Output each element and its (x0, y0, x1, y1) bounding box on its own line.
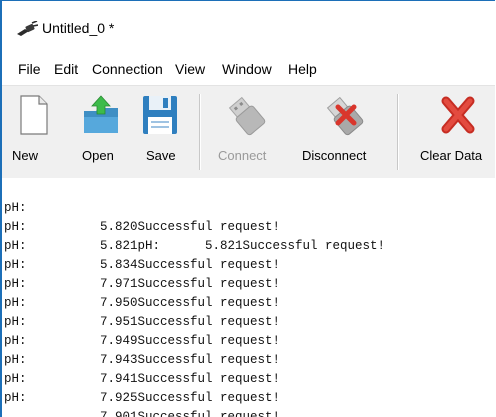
menu-connection[interactable]: Connection (92, 61, 163, 77)
save-button[interactable]: Save (136, 86, 184, 178)
console-line: pH: 7.950Successful request! (4, 256, 280, 310)
console-value: 7.925Successful request! (100, 391, 281, 405)
menu-bar: File Edit Connection View Window Help (2, 53, 495, 85)
console-key: pH: (4, 391, 27, 405)
toolbar: New Open Save Connect Disconnect Clear D… (2, 85, 495, 179)
open-folder-icon (84, 95, 118, 133)
connect-label: Connect (218, 148, 267, 163)
app-icon (17, 21, 38, 36)
console-output[interactable]: pH: 5.820Successful request! pH: 5.821pH… (2, 178, 495, 417)
new-file-icon (20, 95, 48, 135)
console-value: 7.951Successful request! (100, 315, 281, 329)
toolbar-separator (397, 94, 399, 170)
console-line: pH: 7.943Successful request! (4, 313, 280, 367)
menu-view[interactable]: View (175, 61, 205, 77)
console-line: pH: 5.834Successful request! (4, 218, 280, 272)
new-label: New (12, 148, 39, 163)
menu-window[interactable]: Window (222, 61, 272, 77)
console-line: pH: 5.821pH: 5.821Successful request! (4, 199, 385, 253)
clear-data-button[interactable]: Clear Data (412, 86, 495, 178)
open-button[interactable]: Open (76, 86, 126, 178)
console-line: pH: 7.971Successful request! (4, 237, 280, 291)
window-title: Untitled_0 * (42, 20, 115, 36)
console-value: 7.950Successful request! (100, 296, 281, 310)
menu-help[interactable]: Help (288, 61, 317, 77)
console-value: 5.821pH: 5.821Successful request! (100, 239, 386, 253)
console-value: 7.971Successful request! (100, 277, 281, 291)
save-label: Save (146, 148, 176, 163)
console-line: pH: 7.901Successful request! (4, 370, 280, 417)
console-line: pH: 7.941Successful request! (4, 332, 280, 386)
title-bar: Untitled_0 * (2, 1, 495, 53)
toolbar-separator (199, 94, 201, 170)
console-value: 5.834Successful request! (100, 258, 281, 272)
console-value: 7.943Successful request! (100, 353, 281, 367)
floppy-disk-icon (143, 96, 177, 134)
console-value: 7.941Successful request! (100, 372, 281, 386)
usb-plug-crossed-icon (326, 96, 364, 136)
disconnect-label: Disconnect (302, 148, 367, 163)
console-line: pH: 7.925Successful request! (4, 351, 280, 405)
console-value: 7.901Successful request! (100, 410, 281, 417)
open-label: Open (82, 148, 114, 163)
console-line: pH: 7.949Successful request! (4, 294, 280, 348)
disconnect-button[interactable]: Disconnect (294, 86, 388, 178)
console-value: 7.949Successful request! (100, 334, 281, 348)
connect-button: Connect (212, 86, 282, 178)
console-value: 5.820Successful request! (100, 220, 281, 234)
red-x-icon (441, 96, 475, 134)
console-line: pH: 7.951Successful request! (4, 275, 280, 329)
menu-file[interactable]: File (18, 61, 41, 77)
new-button[interactable]: New (6, 86, 54, 178)
menu-edit[interactable]: Edit (54, 61, 78, 77)
console-line: pH: 5.820Successful request! (4, 180, 280, 234)
clear-data-label: Clear Data (420, 148, 483, 163)
usb-plug-icon (228, 96, 266, 136)
app-window: Untitled_0 * File Edit Connection View W… (0, 0, 495, 417)
